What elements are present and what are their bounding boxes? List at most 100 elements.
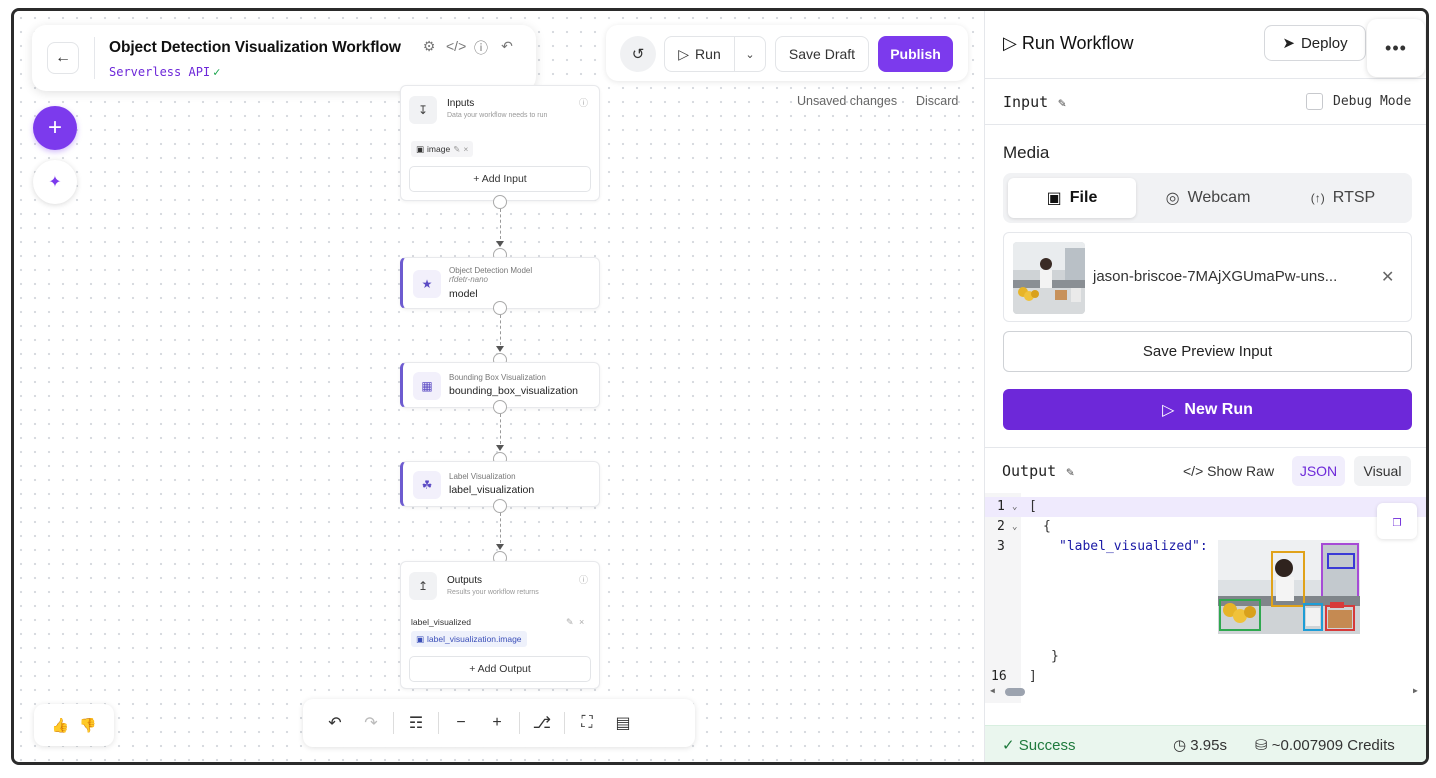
line-number: 1 — [997, 499, 1005, 514]
image-gallery-icon: ▣ — [1046, 190, 1062, 207]
save-draft-button[interactable]: Save Draft — [775, 36, 869, 72]
thumbs-up-icon[interactable]: 👍 — [52, 717, 69, 734]
run-button[interactable]: ▷ Run — [665, 37, 735, 71]
code-icon[interactable]: </> — [446, 38, 466, 58]
connector — [500, 209, 501, 239]
copy-button[interactable]: ❐ — [1377, 503, 1417, 539]
zoom-out-icon[interactable]: − — [443, 714, 479, 732]
outputs-node[interactable]: ↥ Outputs Results your workflow returns … — [400, 561, 600, 689]
workflow-canvas[interactable]: ← Object Detection Visualization Workflo… — [14, 11, 984, 762]
unlock-icon[interactable]: ⎇ — [524, 713, 560, 733]
back-button[interactable]: ← — [47, 42, 79, 74]
show-raw-button[interactable]: </> Show Raw — [1183, 463, 1274, 479]
remove-file-button[interactable]: ✕ — [1381, 267, 1394, 287]
publish-button[interactable]: Publish — [878, 36, 953, 72]
node-name-label: model — [449, 288, 478, 300]
debug-mode-toggle[interactable]: Debug Mode — [1306, 93, 1411, 110]
scroll-left-icon[interactable]: ◀ — [990, 686, 995, 695]
status-success: ✓ Success — [1002, 736, 1075, 754]
image-icon: ▣ — [416, 633, 425, 644]
add-input-button[interactable]: + Add Input — [409, 166, 591, 192]
line-number: 2 — [997, 519, 1005, 534]
output-image-preview[interactable] — [1218, 540, 1360, 634]
help-icon[interactable]: ⓘ — [579, 96, 588, 109]
add-block-button[interactable]: + — [33, 106, 77, 150]
json-key: "label_visualized": — [1059, 539, 1208, 554]
new-run-button[interactable]: ▷ New Run — [1003, 389, 1412, 430]
file-name: jason-briscoe-7MAjXGUmaPw-uns... — [1093, 268, 1338, 285]
tab-json[interactable]: JSON — [1292, 456, 1345, 486]
tag-icon: ☘ — [413, 471, 441, 499]
more-options-button[interactable]: ••• — [1367, 19, 1425, 77]
tab-webcam-label: Webcam — [1187, 189, 1251, 206]
zoom-in-icon[interactable]: + — [479, 714, 515, 732]
fold-chevron-icon[interactable]: ⌄ — [1012, 522, 1017, 532]
output-port[interactable] — [493, 301, 507, 315]
feedback-buttons: 👍 👎 — [34, 704, 114, 746]
inputs-node[interactable]: ↧ Inputs Data your workflow needs to run… — [400, 85, 600, 201]
help-icon[interactable]: ⓘ — [579, 573, 588, 586]
tab-file-label: File — [1069, 189, 1098, 206]
debug-mode-checkbox[interactable] — [1306, 93, 1323, 110]
tab-rtsp[interactable]: (↑) RTSP — [1279, 178, 1407, 218]
json-output-viewer[interactable]: 1 ⌄ [ 2 ⌄ { 3 "label_visualized":} 16]… — [985, 493, 1426, 703]
clock-icon: ◷ — [1173, 737, 1187, 754]
code-token: ] — [1029, 669, 1037, 684]
output-port[interactable] — [493, 195, 507, 209]
add-output-button[interactable]: + Add Output — [409, 656, 591, 682]
run-workflow-panel: ▷ Run Workflow ➤ Deploy ••• Input ✎ Debug… — [984, 11, 1426, 762]
horizontal-scrollbar[interactable]: ◀ ▶ — [985, 685, 1426, 699]
input-label: Input — [1003, 93, 1049, 111]
run-options-button[interactable]: ⌄ — [735, 37, 765, 71]
output-ref-chip[interactable]: ▣ label_visualization.image — [411, 631, 527, 647]
save-preview-input-button[interactable]: Save Preview Input — [1003, 331, 1412, 372]
discard-button[interactable]: Discard — [916, 94, 958, 108]
connector — [500, 513, 501, 543]
arrow-icon — [496, 544, 504, 550]
edit-icon[interactable]: ✎ — [453, 144, 460, 155]
history-button[interactable]: ↺ — [620, 36, 656, 72]
edit-icon[interactable]: ✎ — [566, 617, 574, 628]
ai-assistant-button[interactable]: ✦ — [33, 160, 77, 204]
media-source-tabs: ▣ File ◎ Webcam (↑) RTSP — [1003, 173, 1412, 223]
close-icon: ✕ — [1381, 269, 1395, 286]
panel-title: ▷ Run Workflow — [1003, 33, 1134, 54]
deploy-button[interactable]: ➤ Deploy — [1264, 25, 1366, 61]
run-status-bar: ✓ Success ◷ 3.95s ⛁ ~0.007909 Credits — [985, 725, 1426, 762]
pencil-icon[interactable]: ✎ — [1066, 465, 1074, 480]
tab-webcam[interactable]: ◎ Webcam — [1143, 178, 1273, 218]
model-network-icon: ★ — [413, 270, 441, 298]
code-line: 1 ⌄ [ — [985, 497, 1426, 517]
thumbs-down-icon[interactable]: 👎 — [79, 717, 96, 734]
undo-icon[interactable]: ↶ — [317, 713, 353, 733]
tab-file[interactable]: ▣ File — [1008, 178, 1136, 218]
canvas-controls: ↶ ↷ ☶ − + ⎇ ⛶ ▤ — [303, 699, 695, 747]
output-port[interactable] — [493, 400, 507, 414]
connector — [500, 315, 501, 345]
node-name-label: label_visualization — [449, 484, 535, 496]
help-icon[interactable]: ⓘ — [472, 38, 490, 58]
output-port[interactable] — [493, 499, 507, 513]
fold-chevron-icon[interactable]: ⌄ — [1012, 502, 1017, 512]
arrow-icon — [496, 346, 504, 352]
plus-icon: + — [47, 114, 62, 141]
outputs-title: Outputs — [447, 575, 483, 586]
pencil-icon[interactable]: ✎ — [1058, 96, 1066, 111]
auto-layout-icon[interactable]: ☶ — [398, 713, 434, 733]
input-chip[interactable]: ▣ image ✎ × — [411, 141, 474, 157]
scrollbar-thumb[interactable] — [1005, 688, 1025, 696]
redo-icon[interactable]: ↷ — [353, 713, 389, 733]
check-circle-icon: ✓ — [1002, 737, 1015, 754]
close-icon[interactable]: × — [579, 617, 584, 627]
play-icon: ▷ — [1162, 401, 1175, 419]
panel-header: ▷ Run Workflow ➤ Deploy ••• — [985, 11, 1426, 79]
divider — [393, 712, 394, 734]
fit-view-icon[interactable]: ⛶ — [569, 714, 605, 732]
scroll-right-icon[interactable]: ▶ — [1413, 686, 1418, 695]
close-icon[interactable]: × — [463, 144, 468, 154]
tab-visual[interactable]: Visual — [1354, 456, 1411, 486]
settings-icon[interactable]: ⚙ — [420, 38, 438, 58]
share-icon[interactable]: ↶ — [498, 38, 516, 58]
minimap-icon[interactable]: ▤ — [605, 713, 641, 733]
node-kind-label: Label Visualization — [449, 472, 516, 481]
